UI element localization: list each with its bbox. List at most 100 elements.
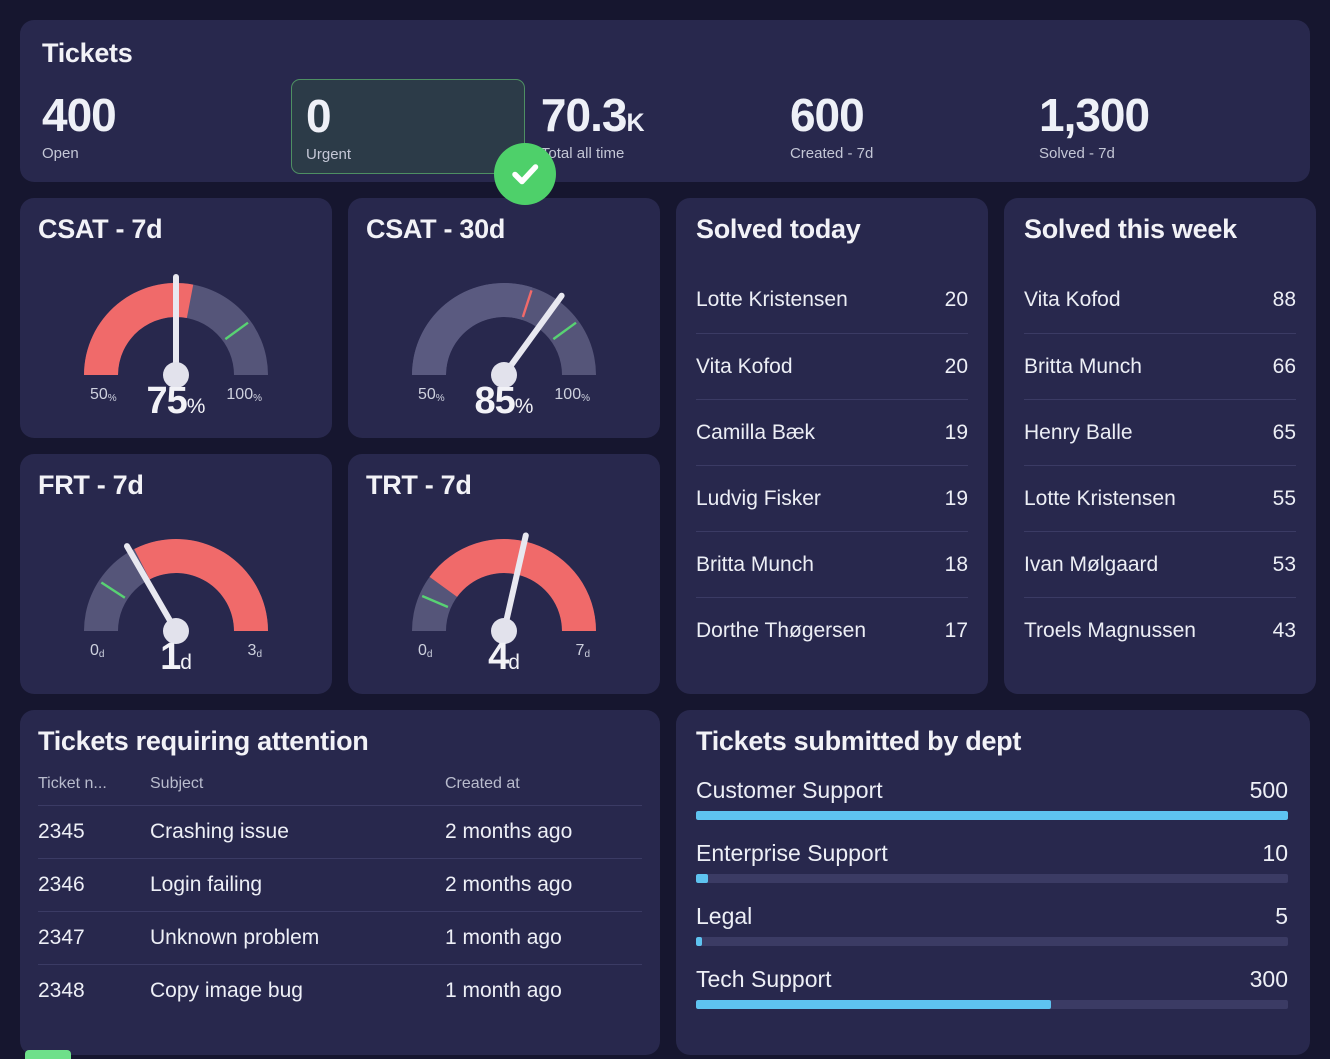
attention-table-body: 2345 Crashing issue 2 months ago 2346 Login … [38,805,642,1017]
subject-cell: Copy image bug [150,964,445,1017]
list-item[interactable]: Troels Magnussen 43 [1024,597,1296,663]
list-item[interactable]: Lotte Kristensen 20 [696,267,968,333]
bar-header: Enterprise Support 10 [696,840,1288,867]
gauge-card-csat-7d[interactable]: CSAT - 7d 50% 100% 75% [20,198,332,438]
kpi-total-label: Total all time [540,145,625,163]
subject-cell: Crashing issue [150,805,445,859]
ticket-number-cell: 2347 [38,911,150,965]
kpi-row: 400 Open 0 Urgent 70.3K Total all time 6… [42,79,1288,206]
list-item-name: Vita Kofod [1024,288,1121,311]
table-row[interactable]: 2345 Crashing issue 2 months ago [38,805,642,859]
gauge-card-trt-7d[interactable]: TRT - 7d 0d 7d 4d [348,454,660,694]
bar-header: Legal 5 [696,903,1288,930]
kpi-total-all-time[interactable]: 70.3K Total all time [541,79,790,174]
attention-table: Ticket n... Subject Created at 2345 Crash… [38,775,642,1017]
kpi-urgent-value: 0 [306,90,332,142]
column-header-subject[interactable]: Subject [150,775,445,806]
kpi-open-label: Open [42,145,79,163]
solved-this-week-title: Solved this week [1024,214,1237,244]
gauge-card-csat-30d[interactable]: CSAT - 30d 50% 100% 85% [348,198,660,438]
bar-label: Legal [696,903,753,929]
list-item-count: 55 [1272,486,1296,510]
gauge-card-frt-7d[interactable]: FRT - 7d 0d 3d 1d [20,454,332,694]
attention-table-title: Tickets requiring attention [38,726,369,756]
dept-chart-panel: Tickets submitted by dept Customer Suppo… [676,710,1310,1055]
dept-chart-title: Tickets submitted by dept [696,726,1022,756]
list-item-name: Britta Munch [1024,354,1142,378]
created-at-cell: 1 month ago [445,911,642,965]
bar-item[interactable]: Customer Support 500 [696,777,1288,820]
dashboard-root: Tickets 400 Open 0 Urgent 70.3K Total al… [0,0,1330,1059]
bar-track [696,874,1288,883]
bar-value: 500 [1249,777,1288,803]
created-at-cell: 2 months ago [445,858,642,912]
list-item[interactable]: Britta Munch 66 [1024,333,1296,399]
list-item-name: Britta Munch [696,552,814,576]
table-row[interactable]: 2348 Copy image bug 1 month ago [38,964,642,1017]
bar-fill [696,811,1288,820]
gauge-title-frt-7d: FRT - 7d [38,470,144,500]
kpi-open-value: 400 [42,89,117,141]
list-item[interactable]: Henry Balle 65 [1024,399,1296,465]
kpi-total-value: 70.3K [540,89,645,141]
ticket-number-cell: 2348 [38,964,150,1017]
bottom-status-chip [25,1050,71,1059]
solved-today-rows: Lotte Kristensen 20 Vita Kofod 20 Camilla Bæ… [696,267,968,663]
gauge-trt-7d: 0d 7d 4d [366,503,642,678]
list-item[interactable]: Ludvig Fisker 19 [696,465,968,531]
list-item[interactable]: Lotte Kristensen 55 [1024,465,1296,531]
list-item[interactable]: Ivan Mølgaard 53 [1024,531,1296,597]
column-header-created-at[interactable]: Created at [445,775,642,806]
list-item-count: 19 [944,420,968,444]
table-row[interactable]: 2346 Login failing 2 months ago [38,858,642,912]
solved-today-title: Solved today [696,214,861,244]
kpi-created-7d[interactable]: 600 Created - 7d [790,79,1039,174]
tickets-panel-title: Tickets [42,38,133,68]
solved-today-panel: Solved today Lotte Kristensen 20 Vita Kofo… [676,198,988,694]
attention-table-head: Ticket n... Subject Created at [38,775,642,806]
bar-header: Tech Support 300 [696,966,1288,993]
bar-track [696,1000,1288,1009]
list-item[interactable]: Vita Kofod 20 [696,333,968,399]
list-item-name: Dorthe Thøgersen [696,618,867,642]
kpi-created-label: Created - 7d [789,145,874,163]
kpi-open[interactable]: 400 Open [42,79,291,174]
list-item[interactable]: Vita Kofod 88 [1024,267,1296,333]
bar-label: Tech Support [696,966,832,992]
gauge-title-csat-7d: CSAT - 7d [38,214,163,244]
gauge-value-frt-7d: 1d [160,636,192,678]
bar-item[interactable]: Tech Support 300 [696,966,1288,1009]
list-item[interactable]: Britta Munch 18 [696,531,968,597]
bar-track [696,937,1288,946]
gauge-value-trt-7d: 4d [488,636,520,678]
kpi-solved-7d[interactable]: 1,300 Solved - 7d [1039,79,1288,174]
gauge-csat-30d: 50% 100% 85% [366,247,642,422]
column-header-ticket-number[interactable]: Ticket n... [38,775,150,806]
solved-this-week-rows: Vita Kofod 88 Britta Munch 66 Henry Balle 65 L… [1024,267,1296,663]
table-row[interactable]: 2347 Unknown problem 1 month ago [38,911,642,965]
list-item-name: Lotte Kristensen [1024,486,1176,510]
bar-value: 10 [1262,840,1288,866]
bar-track [696,811,1288,820]
gauge-title-csat-30d: CSAT - 30d [366,214,506,244]
list-item-name: Ludvig Fisker [696,486,821,510]
gauge-title-trt-7d: TRT - 7d [366,470,472,500]
list-item-name: Camilla Bæk [696,420,816,444]
gauge-value-csat-30d: 85% [474,380,534,422]
bar-item[interactable]: Legal 5 [696,903,1288,946]
check-circle-icon [493,143,556,206]
list-item[interactable]: Dorthe Thøgersen 17 [696,597,968,663]
metrics-row: CSAT - 7d 50% 100% 75% CSAT - 30d 50% 100%… [20,198,1316,694]
list-item-name: Henry Balle [1024,420,1133,444]
bar-fill [696,874,708,883]
bar-item[interactable]: Enterprise Support 10 [696,840,1288,883]
solved-this-week-panel: Solved this week Vita Kofod 88 Britta Munc… [1004,198,1316,694]
list-item-count: 88 [1272,288,1296,311]
kpi-solved-label: Solved - 7d [1038,145,1115,163]
list-item-name: Troels Magnussen [1024,618,1196,642]
gauge-value-csat-7d: 75% [146,380,206,422]
kpi-created-value: 600 [789,89,865,141]
attention-table-panel: Tickets requiring attention Ticket n... … [20,710,660,1055]
list-item[interactable]: Camilla Bæk 19 [696,399,968,465]
kpi-urgent[interactable]: 0 Urgent [291,79,556,206]
